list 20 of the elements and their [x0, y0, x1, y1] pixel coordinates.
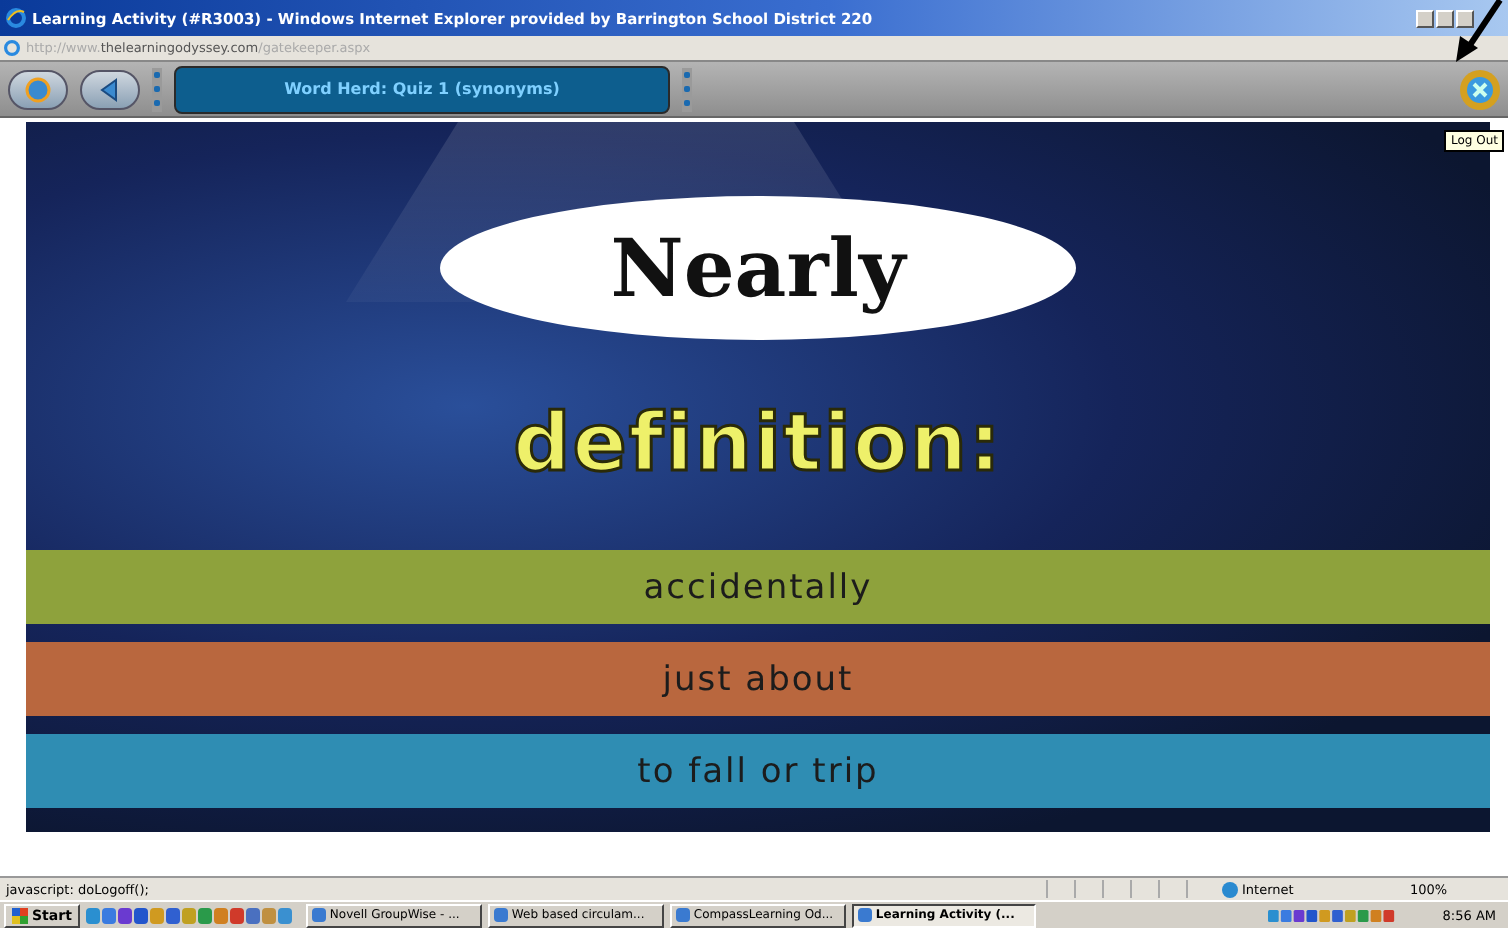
home-button[interactable]	[8, 69, 68, 109]
page-icon	[4, 40, 20, 56]
globe-icon	[1222, 881, 1238, 897]
minimize-button[interactable]	[1416, 9, 1434, 27]
grip-handle	[682, 67, 692, 111]
circle-icon	[24, 75, 52, 103]
activity-title: Word Herd: Quiz 1 (synonyms)	[174, 65, 670, 113]
back-icon	[98, 77, 122, 101]
close-button[interactable]	[1456, 9, 1474, 27]
grip-handle	[152, 67, 162, 111]
answer-option[interactable]: to fall or trip	[26, 734, 1490, 808]
answer-option[interactable]: accidentally	[26, 550, 1490, 624]
close-icon	[1466, 75, 1494, 103]
definition-label: definition:	[513, 400, 1003, 488]
answer-option[interactable]: just about	[26, 642, 1490, 716]
back-button[interactable]	[80, 69, 140, 109]
browser-logo-icon	[6, 8, 26, 28]
quiz-word: Nearly	[440, 196, 1076, 340]
logout-button[interactable]	[1460, 69, 1500, 109]
maximize-button[interactable]	[1436, 9, 1454, 27]
